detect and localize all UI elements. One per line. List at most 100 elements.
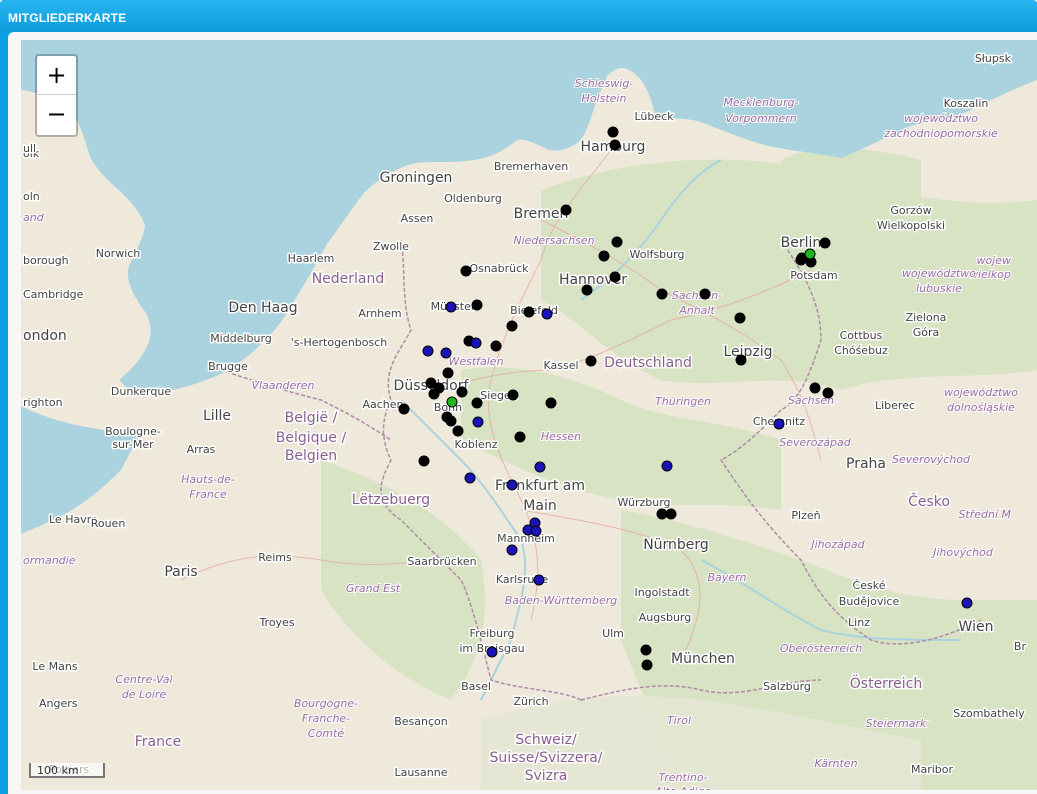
- member-marker-black[interactable]: [581, 284, 593, 296]
- member-marker-black[interactable]: [418, 455, 430, 467]
- member-marker-black[interactable]: [560, 204, 572, 216]
- member-marker-blue[interactable]: [486, 646, 498, 658]
- member-marker-black[interactable]: [471, 397, 483, 409]
- map-label-city: Middelburg: [210, 332, 272, 345]
- member-marker-blue[interactable]: [472, 416, 484, 428]
- member-marker-black[interactable]: [734, 312, 746, 324]
- member-marker-black[interactable]: [545, 397, 557, 409]
- map-label-country: Belgique /: [276, 430, 347, 446]
- map-canvas[interactable]: Schleswig- Holstein Lübeck Mecklenburg- Vorp…: [21, 40, 1037, 790]
- member-marker-black[interactable]: [641, 659, 653, 671]
- map-label-region: województwo: [944, 386, 1018, 399]
- member-marker-black[interactable]: [490, 340, 502, 352]
- member-marker-blue[interactable]: [506, 544, 518, 556]
- member-marker-blue[interactable]: [470, 337, 482, 349]
- map-label-city: Słupsk: [975, 52, 1012, 65]
- map-label-city: Reims: [258, 551, 292, 564]
- member-marker-black[interactable]: [795, 254, 807, 266]
- zoom-in-button[interactable]: +: [37, 56, 76, 95]
- member-marker-black[interactable]: [452, 425, 464, 437]
- member-marker-blue[interactable]: [464, 472, 476, 484]
- member-marker-black[interactable]: [656, 508, 668, 520]
- map-label-region: Baden-Württemberg: [505, 594, 618, 607]
- member-marker-black[interactable]: [735, 354, 747, 366]
- member-marker-black[interactable]: [507, 389, 519, 401]
- member-marker-black[interactable]: [822, 387, 834, 399]
- map-label-city: Koszalin: [944, 97, 989, 110]
- member-marker-black[interactable]: [607, 126, 619, 138]
- member-marker-black[interactable]: [442, 367, 454, 379]
- map-label-region: Bourgogne-: [294, 697, 358, 710]
- member-marker-blue[interactable]: [530, 525, 542, 537]
- member-map[interactable]: Schleswig- Holstein Lübeck Mecklenburg- Vorp…: [21, 40, 1037, 790]
- map-label-region: województwo: [904, 112, 978, 125]
- member-marker-blue[interactable]: [961, 597, 973, 609]
- member-marker-black[interactable]: [460, 265, 472, 277]
- map-label-city: Rouen: [91, 517, 126, 530]
- member-marker-black[interactable]: [809, 382, 821, 394]
- map-label-city: Haarlem: [288, 252, 335, 265]
- map-label-city: Kassel: [543, 359, 578, 372]
- map-label-region: Schleswig-: [575, 77, 634, 90]
- map-label-region: Grand Est: [346, 582, 401, 595]
- map-label-city: Potsdam: [790, 269, 837, 282]
- member-marker-black[interactable]: [506, 320, 518, 332]
- member-marker-black[interactable]: [585, 355, 597, 367]
- map-label-city: Aachen: [362, 398, 403, 411]
- map-label-country: Suisse/Svizzera/: [490, 750, 603, 766]
- member-marker-blue[interactable]: [440, 347, 452, 359]
- member-marker-black[interactable]: [471, 299, 483, 311]
- member-marker-blue[interactable]: [534, 461, 546, 473]
- map-label-region: Alto Adige: [654, 785, 712, 790]
- member-marker-black[interactable]: [598, 250, 610, 262]
- member-marker-black[interactable]: [523, 306, 535, 318]
- member-marker-black[interactable]: [514, 431, 526, 443]
- map-label-region: lubuskie: [916, 282, 962, 295]
- map-label-region: Niedersachsen: [513, 234, 594, 247]
- map-label-city: Liberec: [875, 399, 915, 412]
- map-label-country: Belgien: [285, 448, 337, 464]
- member-marker-blue[interactable]: [533, 574, 545, 586]
- map-label-city: Boulogne-: [105, 425, 161, 438]
- map-label-city: Cottbus: [840, 329, 883, 342]
- map-label-city: sur-Mer: [112, 438, 154, 451]
- member-marker-black[interactable]: [699, 288, 711, 300]
- map-label-bigcity: Main: [523, 498, 556, 514]
- map-label-country: Svizra: [525, 768, 568, 784]
- member-marker-blue[interactable]: [773, 418, 785, 430]
- panel-header: MITGLIEDERKARTE: [0, 0, 1037, 32]
- member-marker-blue[interactable]: [445, 301, 457, 313]
- map-label-region: Trentino-: [658, 771, 707, 784]
- member-marker-black[interactable]: [398, 403, 410, 415]
- map-label-region: Střední M: [958, 508, 1011, 521]
- map-label-city: Basel: [461, 680, 491, 693]
- member-marker-black[interactable]: [445, 415, 457, 427]
- member-marker-blue[interactable]: [422, 345, 434, 357]
- zoom-out-button[interactable]: −: [37, 95, 76, 133]
- panel-title: MITGLIEDERKARTE: [8, 11, 127, 25]
- member-marker-blue[interactable]: [541, 308, 553, 320]
- map-label-city: Würzburg: [617, 496, 670, 509]
- map-label-city: Salzburg: [763, 680, 811, 693]
- map-label-country: Deutschland: [604, 355, 692, 371]
- map-label-city: Freiburg: [470, 627, 515, 640]
- member-marker-black[interactable]: [456, 386, 468, 398]
- member-marker-blue[interactable]: [506, 479, 518, 491]
- member-marker-black[interactable]: [819, 237, 831, 249]
- member-marker-blue[interactable]: [661, 460, 673, 472]
- member-marker-green[interactable]: [804, 248, 816, 260]
- member-marker-black[interactable]: [433, 382, 445, 394]
- map-label-city: Budějovice: [839, 595, 900, 608]
- map-label-region: Oberösterreich: [780, 642, 862, 655]
- member-marker-black[interactable]: [611, 236, 623, 248]
- member-marker-black[interactable]: [609, 271, 621, 283]
- map-label-bigcity: München: [671, 651, 735, 667]
- map-label-city: Lübeck: [634, 110, 674, 123]
- member-marker-black[interactable]: [640, 644, 652, 656]
- map-label-region: Severovýchod: [892, 453, 971, 466]
- map-label-region: województwo: [902, 267, 976, 280]
- member-marker-green[interactable]: [446, 396, 458, 408]
- member-marker-black[interactable]: [656, 288, 668, 300]
- map-label-region: Comté: [308, 727, 344, 740]
- member-marker-black[interactable]: [609, 139, 621, 151]
